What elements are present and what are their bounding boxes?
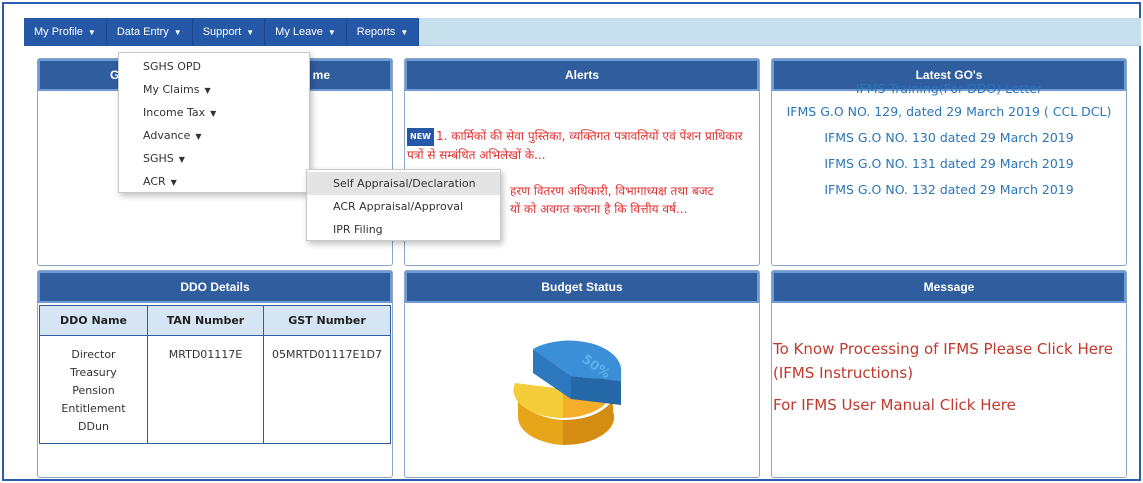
- ddo-details-panel: DDO Details DDO Name TAN Number GST Numb…: [37, 270, 393, 478]
- caret-down-icon: ▼: [327, 27, 336, 37]
- dd-item-sghs[interactable]: SGHS ▼: [119, 147, 309, 170]
- ddo-table-header-row: DDO Name TAN Number GST Number: [39, 305, 391, 336]
- menu-label: Reports: [356, 26, 396, 38]
- ddo-table: DDO Name TAN Number GST Number Director …: [39, 305, 391, 444]
- alerts-header: Alerts: [405, 59, 759, 91]
- caret-down-icon: ▼: [246, 27, 255, 37]
- ddo-gst-cell: 05MRTD01117E1D7: [263, 335, 391, 444]
- budget-status-panel: Budget Status 50%: [404, 270, 760, 478]
- ddo-col-gst: GST Number: [263, 305, 391, 336]
- alerts-title: Alerts: [564, 68, 599, 82]
- dd-item-label: SGHS: [143, 152, 174, 165]
- go-link[interactable]: IFMS G.O NO. 132 dated 29 March 2019: [772, 177, 1126, 203]
- ddo-name-cell: Director Treasury Pension Entitlement DD…: [39, 335, 148, 444]
- new-badge: NEW: [407, 127, 434, 146]
- go-list: IFMS Training(For DDO) Letter IFMS G.O N…: [772, 79, 1126, 203]
- menu-label: My Leave: [275, 26, 323, 38]
- caret-down-icon: ▼: [87, 27, 96, 37]
- ddo-tan-cell: MRTD01117E: [147, 335, 264, 444]
- caret-down-icon: ▼: [195, 132, 202, 141]
- message-title: Message: [923, 280, 975, 294]
- menu-my-profile[interactable]: My Profile ▼: [24, 18, 107, 46]
- dd-item-label: Income Tax: [143, 106, 206, 119]
- caret-down-icon: ▼: [178, 155, 185, 164]
- alert-text: यों को अवगत कराना है कि वित्तीय वर्ष...: [510, 201, 688, 216]
- caret-down-icon: ▼: [210, 109, 217, 118]
- caret-down-icon: ▼: [170, 178, 177, 187]
- ddo-title: DDO Details: [180, 280, 250, 294]
- acr-submenu: Self Appraisal/Declaration ACR Appraisal…: [306, 169, 501, 241]
- user-panel-head-right: me: [312, 68, 330, 82]
- caret-down-icon: ▼: [204, 86, 211, 95]
- budget-title: Budget Status: [541, 280, 623, 294]
- menu-label: Support: [202, 26, 242, 38]
- alert-item[interactable]: NEW 1. कार्मिकों की सेवा पुस्तिका, व्यक्त…: [405, 127, 759, 164]
- caret-down-icon: ▼: [400, 27, 409, 37]
- data-entry-dropdown: SGHS OPD My Claims ▼ Income Tax ▼ Advance ▼…: [118, 52, 310, 193]
- menu-my-leave[interactable]: My Leave ▼: [265, 18, 347, 46]
- budget-pie-chart: 50%: [513, 340, 622, 446]
- caret-down-icon: ▼: [173, 27, 182, 37]
- sub-item-acr-approval[interactable]: ACR Appraisal/Approval: [307, 195, 500, 218]
- menu-label: Data Entry: [116, 26, 169, 38]
- go-link[interactable]: IFMS Training(For DDO) Letter: [772, 79, 1126, 99]
- menu-support[interactable]: Support ▼: [193, 18, 266, 46]
- dd-item-label: My Claims: [143, 83, 200, 96]
- dd-item-label: ACR: [143, 175, 166, 188]
- alert-text: 1. कार्मिकों की सेवा पुस्तिका, व्यक्तिगत…: [407, 129, 743, 162]
- dd-item-label: Advance: [143, 129, 191, 142]
- ddo-name-value: Director Treasury Pension Entitlement DD…: [61, 348, 126, 433]
- dd-item-advance[interactable]: Advance ▼: [119, 124, 309, 147]
- ifms-manual-link[interactable]: For IFMS User Manual Click Here: [773, 393, 1120, 417]
- main-menu: My Profile ▼ Data Entry ▼ Support ▼ My Leav…: [24, 18, 420, 46]
- dd-item-label: SGHS OPD: [143, 60, 202, 73]
- sub-item-self-appraisal[interactable]: Self Appraisal/Declaration: [307, 172, 500, 195]
- ddo-col-tan: TAN Number: [147, 305, 264, 336]
- go-link[interactable]: IFMS G.O NO. 131 dated 29 March 2019: [772, 151, 1126, 177]
- ddo-col-name: DDO Name: [39, 305, 148, 336]
- table-row: Director Treasury Pension Entitlement DD…: [39, 335, 391, 444]
- sub-item-ipr-filing[interactable]: IPR Filing: [307, 218, 500, 241]
- menu-reports[interactable]: Reports ▼: [347, 18, 420, 46]
- message-panel: Message To Know Processing of IFMS Pleas…: [771, 270, 1127, 478]
- ifms-instructions-link[interactable]: To Know Processing of IFMS Please Click …: [773, 337, 1120, 385]
- latest-gos-panel: Latest GO's IFMS Training(For DDO) Lette…: [771, 58, 1127, 266]
- go-link[interactable]: IFMS G.O NO. 130 dated 29 March 2019: [772, 125, 1126, 151]
- menu-data-entry[interactable]: Data Entry ▼: [107, 18, 193, 46]
- dd-item-my-claims[interactable]: My Claims ▼: [119, 78, 309, 101]
- dd-item-sghs-opd[interactable]: SGHS OPD: [119, 55, 309, 78]
- go-link[interactable]: IFMS G.O NO. 129, dated 29 March 2019 ( …: [772, 99, 1126, 125]
- budget-header: Budget Status: [405, 271, 759, 303]
- message-header: Message: [772, 271, 1126, 303]
- ddo-header: DDO Details: [38, 271, 392, 303]
- dd-item-income-tax[interactable]: Income Tax ▼: [119, 101, 309, 124]
- menu-label: My Profile: [34, 26, 83, 38]
- top-navbar: My Profile ▼ Data Entry ▼ Support ▼ My Leav…: [24, 18, 1141, 46]
- alert-text: हरण वितरण अधिकारी, विभागाध्यक्ष तथा बजट: [510, 183, 714, 198]
- dd-item-acr[interactable]: ACR ▼: [119, 170, 309, 193]
